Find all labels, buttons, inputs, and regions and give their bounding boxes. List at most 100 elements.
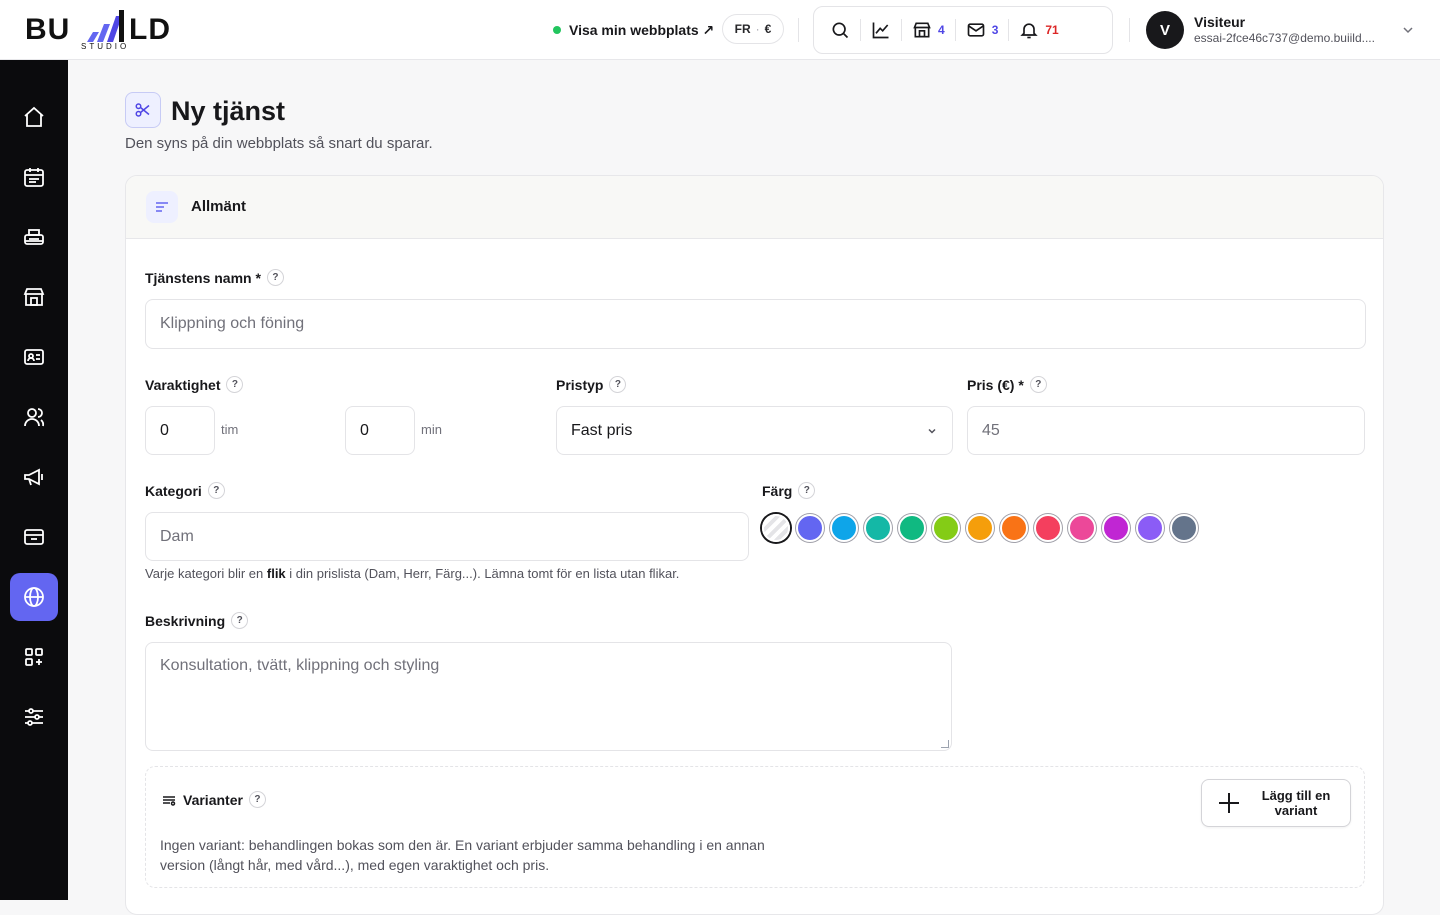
scissors-icon xyxy=(135,103,150,117)
calendar-icon xyxy=(24,168,44,187)
home-icon xyxy=(24,106,44,127)
user-menu[interactable]: V Visiteur essai-2fce46c737@demo.buiild.… xyxy=(1146,11,1416,49)
color-swatch[interactable] xyxy=(1102,514,1130,542)
bell-icon xyxy=(1020,23,1039,39)
help-icon[interactable]: ? xyxy=(609,376,627,393)
variants-title-text: Varianter xyxy=(183,791,243,808)
color-swatch-none[interactable] xyxy=(762,514,790,542)
language-currency-switch[interactable]: FR · € xyxy=(722,14,784,44)
scissors-icon-badge xyxy=(125,92,161,128)
help-icon[interactable]: ? xyxy=(226,376,244,393)
category-input[interactable]: Dam xyxy=(145,512,749,561)
color-swatch[interactable] xyxy=(898,514,926,542)
sidebar-item-shop[interactable] xyxy=(10,273,58,321)
divider xyxy=(901,19,902,41)
megaphone-icon xyxy=(24,468,43,486)
hours-unit: tim xyxy=(221,422,239,437)
sidebar-item-contacts[interactable] xyxy=(10,333,58,381)
color-swatch[interactable] xyxy=(966,514,994,542)
chevron-down-icon xyxy=(928,428,936,434)
color-swatch[interactable] xyxy=(796,514,824,542)
sidebar-item-home[interactable] xyxy=(10,93,58,141)
price-input[interactable]: 45 xyxy=(967,406,1365,455)
divider xyxy=(954,19,956,41)
description-textarea[interactable]: Konsultation, tvätt, klippning och styli… xyxy=(145,642,952,751)
chart-line-icon xyxy=(872,22,889,39)
color-swatch[interactable] xyxy=(1170,514,1198,542)
id-card-icon xyxy=(24,349,44,365)
quick-actions-bar: 4 3 71 xyxy=(813,6,1113,54)
notifications-button[interactable]: 71 xyxy=(1013,14,1064,46)
page-subtitle: Den syns på din webbplats så snart du sp… xyxy=(125,135,433,152)
category-hint-before: Varje kategori blir en xyxy=(145,566,267,581)
view-site-label: Visa min webbplats ↗ xyxy=(569,21,715,38)
sidebar-item-settings[interactable] xyxy=(10,693,58,741)
description-label: Beskrivning ? xyxy=(145,612,249,629)
resize-handle[interactable] xyxy=(941,740,949,748)
color-label: Färg ? xyxy=(762,482,816,499)
sidebar-item-clients[interactable] xyxy=(10,393,58,441)
search-button[interactable] xyxy=(824,14,856,46)
color-swatch[interactable] xyxy=(864,514,892,542)
mail-icon xyxy=(967,23,985,37)
color-swatch[interactable] xyxy=(1068,514,1096,542)
globe-icon xyxy=(24,587,44,607)
add-variant-button[interactable]: Lägg till en variant xyxy=(1201,779,1351,827)
color-swatches xyxy=(762,514,1198,542)
avatar: V xyxy=(1146,11,1184,49)
text-align-icon xyxy=(156,202,168,212)
service-name-input[interactable]: Klippning och föning xyxy=(145,299,1366,349)
messages-button[interactable]: 3 xyxy=(960,14,1005,46)
section-title: Allmänt xyxy=(191,198,247,215)
help-icon[interactable]: ? xyxy=(798,482,816,499)
printer-icon xyxy=(24,229,44,245)
help-icon[interactable]: ? xyxy=(207,482,225,499)
help-icon[interactable]: ? xyxy=(248,791,266,808)
color-swatch[interactable] xyxy=(830,514,858,542)
sidebar-item-apps[interactable] xyxy=(10,633,58,681)
description-placeholder: Konsultation, tvätt, klippning och styli… xyxy=(160,657,440,674)
storefront-icon xyxy=(23,288,45,306)
color-swatch[interactable] xyxy=(1000,514,1028,542)
sliders-icon xyxy=(25,708,43,726)
sidebar-item-register[interactable] xyxy=(10,213,58,261)
color-swatch[interactable] xyxy=(1034,514,1062,542)
stats-button[interactable] xyxy=(865,14,897,46)
color-swatch[interactable] xyxy=(1136,514,1164,542)
notification-count: 71 xyxy=(1045,23,1059,37)
category-label-text: Kategori xyxy=(145,482,202,499)
help-icon[interactable]: ? xyxy=(231,612,249,629)
logo-text-right: LD xyxy=(129,13,171,46)
storefront-icon xyxy=(913,22,931,38)
color-swatch[interactable] xyxy=(932,514,960,542)
help-icon[interactable]: ? xyxy=(1029,376,1047,393)
sidebar-item-calendar[interactable] xyxy=(10,153,58,201)
price-label-text: Pris (€) * xyxy=(967,376,1024,393)
color-label-text: Färg xyxy=(762,482,793,499)
divider xyxy=(1008,19,1010,41)
mail-count: 3 xyxy=(991,23,999,37)
divider xyxy=(860,19,861,41)
view-site-link[interactable]: Visa min webbplats ↗ xyxy=(553,18,714,42)
help-icon[interactable]: ? xyxy=(266,269,284,286)
list-icon xyxy=(163,795,176,806)
price-type-label-text: Pristyp xyxy=(556,376,604,393)
sidebar-item-website[interactable] xyxy=(10,573,58,621)
sidebar-item-marketing[interactable] xyxy=(10,453,58,501)
sidebar-item-payments[interactable] xyxy=(10,513,58,561)
chevron-down-icon xyxy=(1403,27,1413,34)
price-type-label: Pristyp ? xyxy=(556,376,627,393)
description-label-text: Beskrivning xyxy=(145,612,226,629)
price-label: Pris (€) * ? xyxy=(967,376,1047,393)
logo[interactable]: BU LD STUDIO xyxy=(25,8,185,52)
currency-label: € xyxy=(764,22,772,36)
duration-label: Varaktighet ? xyxy=(145,376,244,393)
shop-button[interactable]: 4 xyxy=(906,14,951,46)
price-type-select[interactable]: Fast pris xyxy=(556,406,953,455)
separator-dot: · xyxy=(755,22,760,36)
online-dot xyxy=(553,26,561,34)
section-icon-badge xyxy=(146,191,178,223)
minutes-input[interactable]: 0 xyxy=(345,406,415,455)
logo-text-left: BU xyxy=(25,13,71,46)
hours-input[interactable]: 0 xyxy=(145,406,215,455)
